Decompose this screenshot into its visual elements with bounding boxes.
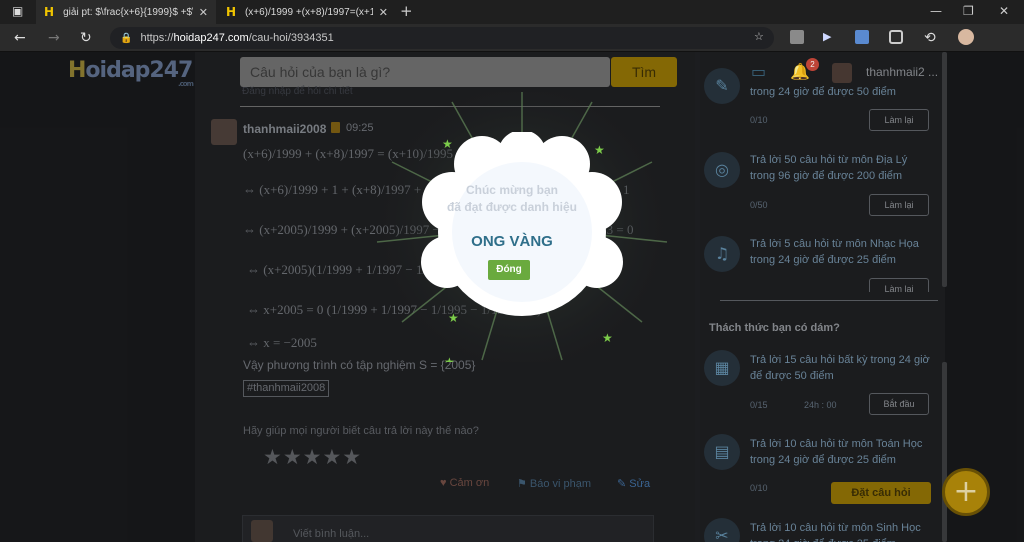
url-host: hoidap247.com (173, 32, 249, 44)
puzzle-icon[interactable] (889, 30, 903, 44)
back-icon[interactable]: ← (14, 30, 26, 46)
tab-title: (x+6)/1999 +(x+8)/1997=(x+10) (244, 6, 373, 18)
award-modal (421, 132, 623, 316)
url-path: /cau-hoi/3934351 (248, 32, 334, 44)
star-icon: ★ (602, 331, 613, 345)
modal-line-2: đã đạt được danh hiệu (447, 200, 577, 214)
tab-title: giải pt: $\frac{x+6}{1999}$ +$\fra (63, 6, 193, 18)
browser-tab-2[interactable]: H (x+6)/1999 +(x+8)/1997=(x+10) ✕ (218, 0, 396, 24)
play-extension-icon[interactable]: ▶ (823, 30, 837, 44)
screen-extension-icon[interactable] (855, 30, 869, 44)
modal-line-1: Chúc mừng bạn (465, 183, 559, 197)
maximize-button[interactable]: ❐ (963, 4, 974, 18)
profile-avatar[interactable] (958, 29, 974, 45)
close-modal-button[interactable]: Đóng (488, 260, 530, 280)
url-field[interactable]: 🔒 https://hoidap247.com/cau-hoi/3934351 … (110, 27, 774, 49)
url-prefix: https:// (140, 32, 174, 44)
tab-bar: ▣ H giải pt: $\frac{x+6}{1999}$ +$\fra ✕… (0, 0, 1024, 24)
lock-icon: 🔒 (120, 32, 133, 44)
address-bar-row: ← → ↻ 🔒 https://hoidap247.com/cau-hoi/39… (0, 24, 1024, 52)
reload-icon[interactable]: ↻ (80, 30, 92, 46)
minimize-button[interactable]: — (930, 4, 942, 18)
star-icon: ★ (444, 355, 455, 362)
close-window-button[interactable]: ✕ (999, 4, 1009, 18)
browser-chrome: ▣ H giải pt: $\frac{x+6}{1999}$ +$\fra ✕… (0, 0, 1024, 52)
history-icon[interactable]: ⟲ (924, 30, 936, 46)
tab-close-icon[interactable]: ✕ (199, 6, 208, 19)
favorite-star-icon[interactable]: ☆ (754, 30, 764, 43)
forward-icon[interactable]: → (48, 30, 60, 46)
hoidap-favicon-icon: H (44, 5, 55, 19)
browser-tab-1[interactable]: H giải pt: $\frac{x+6}{1999}$ +$\fra ✕ (36, 0, 216, 24)
award-title: ONG VÀNG (471, 233, 553, 250)
page-content: Hoidap247 .com Câu hỏi của bạn là gì? Tìm… (0, 52, 1024, 542)
tab-close-icon[interactable]: ✕ (379, 6, 388, 19)
extension-icon[interactable] (790, 30, 804, 44)
tab-actions-icon[interactable]: ▣ (12, 4, 23, 18)
new-tab-button[interactable]: + (400, 2, 413, 20)
hoidap-favicon-icon: H (226, 5, 237, 19)
